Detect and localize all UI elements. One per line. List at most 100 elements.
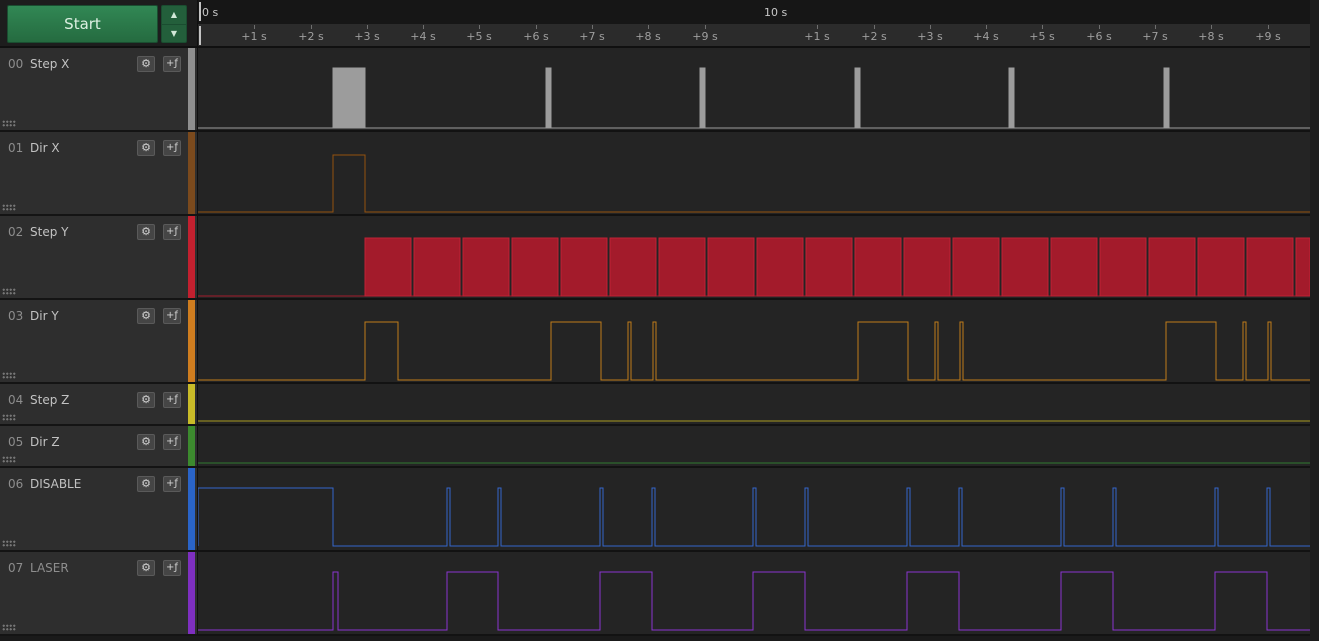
- spinner-down-button[interactable]: ▼: [162, 25, 186, 43]
- ruler-tick-mark: [1042, 25, 1043, 29]
- channel-row-dir-x[interactable]: 01 Dir X ⚙ +ƒ: [0, 132, 198, 216]
- channel-function-button[interactable]: +ƒ: [163, 140, 181, 156]
- start-button[interactable]: Start: [7, 5, 158, 43]
- channel-settings-button[interactable]: ⚙: [137, 476, 155, 492]
- waveform-laser[interactable]: [198, 552, 1310, 636]
- channel-resize-handle[interactable]: [2, 372, 16, 379]
- ruler-tick-mark: [1211, 25, 1212, 29]
- channel-name: LASER: [30, 561, 69, 575]
- ruler-tick-mark: [423, 25, 424, 29]
- channel-index: 05: [8, 435, 24, 449]
- waveform-step-x[interactable]: [198, 48, 1310, 132]
- ruler-tick-mark: [254, 25, 255, 29]
- channel-function-button[interactable]: +ƒ: [163, 224, 181, 240]
- waveform-trace-dir-z: [198, 462, 1310, 464]
- channel-index: 04: [8, 393, 24, 407]
- channel-settings-button[interactable]: ⚙: [137, 56, 155, 72]
- channel-function-button[interactable]: +ƒ: [163, 56, 181, 72]
- ruler-major-strip[interactable]: 0 s 10 s: [198, 0, 1310, 24]
- channel-index: 03: [8, 309, 24, 323]
- channel-color-stripe: [188, 552, 195, 634]
- channel-resize-handle[interactable]: [2, 540, 16, 547]
- ruler-tick-label: +7 s: [1142, 30, 1168, 43]
- transport-toolbar: Start ▲ ▼: [0, 0, 198, 48]
- ruler-tick-mark: [1099, 25, 1100, 29]
- channel-color-stripe: [188, 426, 195, 466]
- waveform-trace-step-z: [198, 420, 1310, 422]
- channel-row-step-x[interactable]: 00 Step X ⚙ +ƒ: [0, 48, 198, 132]
- channel-name: Step Z: [30, 393, 70, 407]
- ruler-tick-mark: [1268, 25, 1269, 29]
- channel-row-disable[interactable]: 06 DISABLE ⚙ +ƒ: [0, 468, 198, 552]
- channel-function-button[interactable]: +ƒ: [163, 476, 181, 492]
- channel-row-laser[interactable]: 07 LASER ⚙ +ƒ: [0, 552, 198, 636]
- waveform-trace-dir-x: [198, 154, 1310, 213]
- ruler-major-label: 10 s: [764, 6, 788, 19]
- channel-function-button[interactable]: +ƒ: [163, 392, 181, 408]
- ruler-tick-mark: [986, 25, 987, 29]
- channel-color-stripe: [188, 384, 195, 424]
- channel-settings-button[interactable]: ⚙: [137, 434, 155, 450]
- step-spinner: ▲ ▼: [161, 5, 187, 43]
- waveform-dir-x[interactable]: [198, 132, 1310, 216]
- ruler-tick-mark: [592, 25, 593, 29]
- channel-name: Dir X: [30, 141, 60, 155]
- channel-index: 07: [8, 561, 24, 575]
- waveform-trace-laser: [198, 571, 1310, 631]
- ruler-major-label: 0 s: [202, 6, 219, 19]
- ruler-tick-mark: [648, 25, 649, 29]
- waveform-trace-step-y: [198, 237, 1310, 297]
- ruler-tick-label: +7 s: [579, 30, 605, 43]
- channel-row-step-z[interactable]: 04 Step Z ⚙ +ƒ: [0, 384, 198, 426]
- channel-resize-handle[interactable]: [2, 624, 16, 631]
- waveform-disable[interactable]: [198, 468, 1310, 552]
- channel-color-stripe: [188, 300, 195, 382]
- channel-settings-button[interactable]: ⚙: [137, 140, 155, 156]
- ruler-tick-label: +5 s: [1029, 30, 1055, 43]
- channel-settings-button[interactable]: ⚙: [137, 560, 155, 576]
- channel-color-stripe: [188, 48, 195, 130]
- channel-row-dir-z[interactable]: 05 Dir Z ⚙ +ƒ: [0, 426, 198, 468]
- waveform-step-z[interactable]: [198, 384, 1310, 426]
- ruler-tick-label: +6 s: [1086, 30, 1112, 43]
- channel-function-button[interactable]: +ƒ: [163, 560, 181, 576]
- ruler-tick-label: +3 s: [917, 30, 943, 43]
- ruler-tick-label: +6 s: [523, 30, 549, 43]
- waveform-dir-y[interactable]: [198, 300, 1310, 384]
- channel-function-button[interactable]: +ƒ: [163, 434, 181, 450]
- channel-resize-handle[interactable]: [2, 414, 16, 421]
- channel-resize-handle[interactable]: [2, 288, 16, 295]
- channel-row-dir-y[interactable]: 03 Dir Y ⚙ +ƒ: [0, 300, 198, 384]
- waveform-trace-dir-y: [198, 321, 1310, 381]
- channel-resize-handle[interactable]: [2, 120, 16, 127]
- channel-function-button[interactable]: +ƒ: [163, 308, 181, 324]
- channel-index: 06: [8, 477, 24, 491]
- channel-resize-handle[interactable]: [2, 456, 16, 463]
- channel-settings-button[interactable]: ⚙: [137, 308, 155, 324]
- ruler-tick-label: +9 s: [692, 30, 718, 43]
- pulse-timeline-app: Start ▲ ▼ 0 s 10 s +1 s +2 s +3 s +4 s +5 s +6…: [0, 0, 1319, 641]
- channel-color-stripe: [188, 132, 195, 214]
- ruler-tick-mark: [367, 25, 368, 29]
- waveform-step-y[interactable]: [198, 216, 1310, 300]
- channel-name: Dir Z: [30, 435, 60, 449]
- vertical-scrollbar[interactable]: [1310, 0, 1319, 641]
- ruler-tick-mark: [1155, 25, 1156, 29]
- channel-index: 02: [8, 225, 24, 239]
- channel-settings-button[interactable]: ⚙: [137, 392, 155, 408]
- ruler-tick-mark: [705, 25, 706, 29]
- channel-index: 00: [8, 57, 24, 71]
- ruler-tick-label: +2 s: [861, 30, 887, 43]
- ruler-tick-label: +9 s: [1255, 30, 1281, 43]
- down-arrow-icon: ▼: [170, 28, 178, 38]
- spinner-up-button[interactable]: ▲: [162, 6, 186, 25]
- ruler-tick-strip[interactable]: +1 s +2 s +3 s +4 s +5 s +6 s +7 s +8 s +9 s +1 s…: [198, 24, 1314, 48]
- ruler-edge-mark: [199, 2, 201, 21]
- channel-resize-handle[interactable]: [2, 204, 16, 211]
- ruler-tick-label: +2 s: [298, 30, 324, 43]
- channel-settings-button[interactable]: ⚙: [137, 224, 155, 240]
- waveform-dir-z[interactable]: [198, 426, 1310, 468]
- channel-row-step-y[interactable]: 02 Step Y ⚙ +ƒ: [0, 216, 198, 300]
- channel-name: Step X: [30, 57, 70, 71]
- ruler-edge-mark: [199, 26, 201, 45]
